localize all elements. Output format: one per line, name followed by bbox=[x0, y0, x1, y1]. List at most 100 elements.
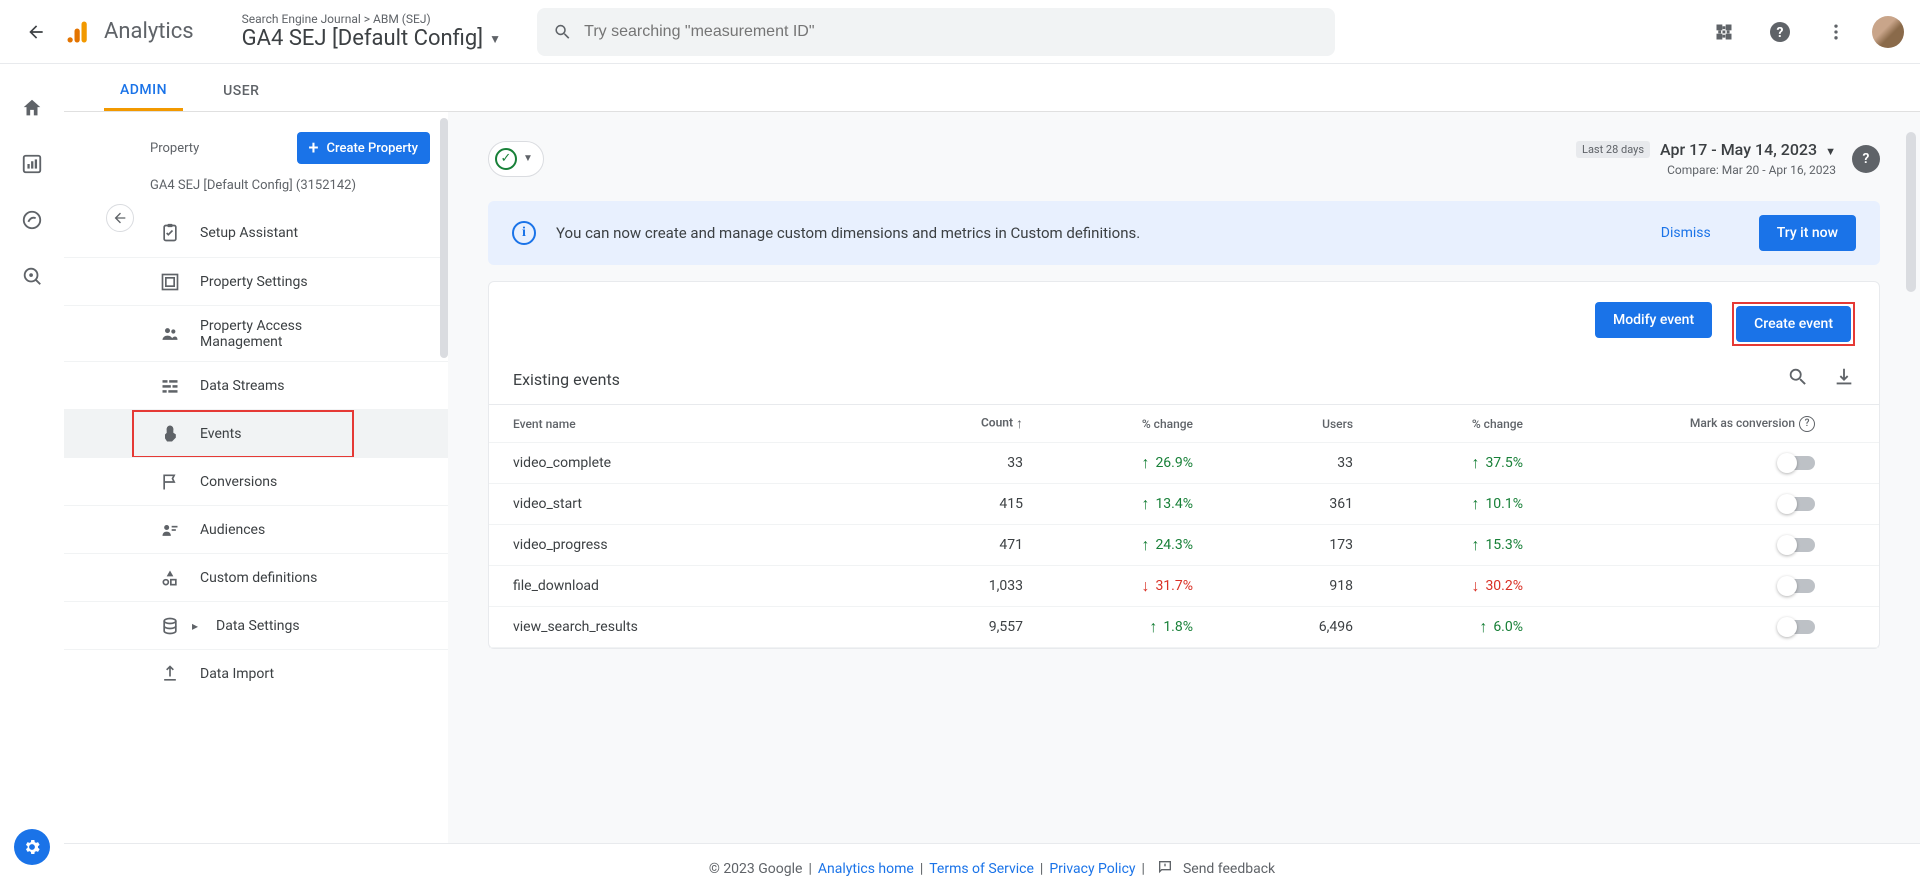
nav-property-access[interactable]: Property Access Management bbox=[64, 305, 448, 361]
status-pill[interactable]: ✓ ▼ bbox=[488, 141, 544, 177]
nav-conversions[interactable]: Conversions bbox=[64, 457, 448, 505]
footer-link-tos[interactable]: Terms of Service bbox=[929, 861, 1034, 877]
conversion-cell bbox=[1533, 538, 1855, 552]
search-box[interactable] bbox=[537, 8, 1335, 56]
avatar[interactable] bbox=[1872, 16, 1904, 48]
main: ADMIN USER Property + Create Property GA… bbox=[64, 64, 1920, 893]
table-row[interactable]: video_complete33↑26.9%33↑37.5% bbox=[489, 443, 1879, 484]
property-id-line: GA4 SEJ [Default Config] (3152142) bbox=[64, 174, 448, 201]
arrow-down-icon: ↓ bbox=[1141, 576, 1149, 596]
help-icon[interactable]: ? bbox=[1760, 12, 1800, 52]
footer-link-privacy[interactable]: Privacy Policy bbox=[1049, 861, 1135, 877]
flag-icon bbox=[158, 470, 182, 494]
property-section-label: Property bbox=[150, 141, 199, 156]
help-tooltip-icon[interactable]: ? bbox=[1799, 416, 1815, 432]
analytics-logo-icon bbox=[64, 18, 92, 46]
nav-item-label: Property Access Management bbox=[200, 318, 350, 350]
download-icon[interactable] bbox=[1833, 366, 1855, 392]
col-change-2[interactable]: % change bbox=[1353, 417, 1533, 431]
banner-message: You can now create and manage custom dim… bbox=[556, 224, 1629, 242]
search-input[interactable] bbox=[584, 23, 1319, 41]
footer-feedback-link[interactable]: Send feedback bbox=[1183, 861, 1275, 877]
create-event-button[interactable]: Create event bbox=[1736, 306, 1851, 342]
col-users[interactable]: Users bbox=[1203, 417, 1353, 431]
nav-item-label: Audiences bbox=[200, 522, 265, 538]
nav-property-settings[interactable]: Property Settings bbox=[64, 257, 448, 305]
conversion-cell bbox=[1533, 456, 1855, 470]
date-range-picker[interactable]: Apr 17 - May 14, 2023 ▼ bbox=[1660, 140, 1836, 159]
nav-events[interactable]: Events bbox=[64, 409, 448, 457]
settings-fab[interactable] bbox=[14, 829, 50, 865]
change-cell: ↓30.2% bbox=[1353, 576, 1533, 596]
feedback-icon bbox=[1157, 859, 1173, 879]
arrow-up-icon: ↑ bbox=[1141, 494, 1149, 514]
plus-icon: + bbox=[309, 138, 319, 159]
search-icon[interactable] bbox=[1787, 366, 1809, 392]
chevron-down-icon: ▼ bbox=[523, 153, 533, 164]
col-event-name[interactable]: Event name bbox=[513, 417, 893, 431]
arrow-up-icon: ↑ bbox=[1141, 535, 1149, 555]
gear-icon bbox=[22, 837, 42, 857]
change-cell: ↓31.7% bbox=[1023, 576, 1203, 596]
nav-setup-assistant[interactable]: Setup Assistant bbox=[64, 209, 448, 257]
arrow-up-icon: ↑ bbox=[1141, 453, 1149, 473]
touch-icon bbox=[158, 422, 182, 446]
svg-text:?: ? bbox=[1777, 25, 1784, 41]
nav-data-import[interactable]: Data Import bbox=[64, 649, 448, 697]
conversion-toggle[interactable] bbox=[1779, 538, 1815, 552]
apps-icon[interactable] bbox=[1704, 12, 1744, 52]
context-help-button[interactable]: ? bbox=[1852, 145, 1880, 173]
date-compare-label: Compare: Mar 20 - Apr 16, 2023 bbox=[1576, 163, 1836, 177]
home-icon[interactable] bbox=[20, 96, 44, 120]
check-icon: ✓ bbox=[495, 148, 517, 170]
more-menu-icon[interactable] bbox=[1816, 12, 1856, 52]
nav-audiences[interactable]: Audiences bbox=[64, 505, 448, 553]
nav-data-settings[interactable]: ▸ Data Settings bbox=[64, 601, 448, 649]
nav-custom-definitions[interactable]: Custom definitions bbox=[64, 553, 448, 601]
conversion-toggle[interactable] bbox=[1779, 620, 1815, 634]
nav-list: Setup Assistant Property Settings Proper… bbox=[64, 209, 448, 697]
left-rail bbox=[0, 64, 64, 893]
card-actions: Modify event Create event bbox=[489, 282, 1879, 366]
advertising-icon[interactable] bbox=[20, 264, 44, 288]
nav-item-label: Custom definitions bbox=[200, 570, 317, 586]
conversion-toggle[interactable] bbox=[1779, 456, 1815, 470]
footer-link-home[interactable]: Analytics home bbox=[818, 861, 914, 877]
nav-item-label: Property Settings bbox=[200, 274, 308, 290]
content-row: Property + Create Property GA4 SEJ [Defa… bbox=[64, 112, 1920, 843]
nav-data-streams[interactable]: Data Streams bbox=[64, 361, 448, 409]
card-icons bbox=[1787, 366, 1855, 392]
reports-icon[interactable] bbox=[20, 152, 44, 176]
dismiss-button[interactable]: Dismiss bbox=[1649, 217, 1723, 249]
modify-event-button[interactable]: Modify event bbox=[1595, 302, 1712, 338]
nav-item-label: Setup Assistant bbox=[200, 225, 298, 241]
create-property-button[interactable]: + Create Property bbox=[297, 132, 430, 164]
property-selector[interactable]: Search Engine Journal > ABM (SEJ) GA4 SE… bbox=[242, 12, 501, 51]
footer-copyright: © 2023 Google bbox=[709, 861, 803, 877]
change-cell: ↑15.3% bbox=[1353, 535, 1533, 555]
col-change-1[interactable]: % change bbox=[1023, 417, 1203, 431]
info-icon: i bbox=[512, 221, 536, 245]
table-row[interactable]: view_search_results9,557↑1.8%6,496↑6.0% bbox=[489, 607, 1879, 648]
back-button[interactable] bbox=[16, 12, 56, 52]
tab-user[interactable]: USER bbox=[207, 83, 275, 111]
conversion-toggle[interactable] bbox=[1779, 497, 1815, 511]
property-name-label: GA4 SEJ [Default Config] bbox=[242, 26, 483, 51]
nav-item-label: Data Import bbox=[200, 666, 274, 682]
event-name-cell: view_search_results bbox=[513, 619, 893, 635]
table-row[interactable]: video_progress471↑24.3%173↑15.3% bbox=[489, 525, 1879, 566]
explore-icon[interactable] bbox=[20, 208, 44, 232]
conversion-toggle[interactable] bbox=[1779, 579, 1815, 593]
table-row[interactable]: file_download1,033↓31.7%918↓30.2% bbox=[489, 566, 1879, 607]
arrow-up-icon: ↑ bbox=[1471, 494, 1479, 514]
info-banner: i You can now create and manage custom d… bbox=[488, 201, 1880, 265]
tab-admin[interactable]: ADMIN bbox=[104, 82, 183, 111]
content-area: ✓ ▼ Last 28 days Apr 17 - May 14, 2023 ▼ bbox=[448, 112, 1920, 843]
property-header: Property + Create Property bbox=[64, 132, 448, 174]
col-count[interactable]: Count ↑ bbox=[893, 415, 1023, 432]
try-it-now-button[interactable]: Try it now bbox=[1759, 215, 1856, 251]
table-row[interactable]: video_start415↑13.4%361↑10.1% bbox=[489, 484, 1879, 525]
users-cell: 918 bbox=[1203, 578, 1353, 594]
date-range-label: Apr 17 - May 14, 2023 bbox=[1660, 140, 1817, 159]
nav-item-label: Data Settings bbox=[216, 618, 300, 634]
